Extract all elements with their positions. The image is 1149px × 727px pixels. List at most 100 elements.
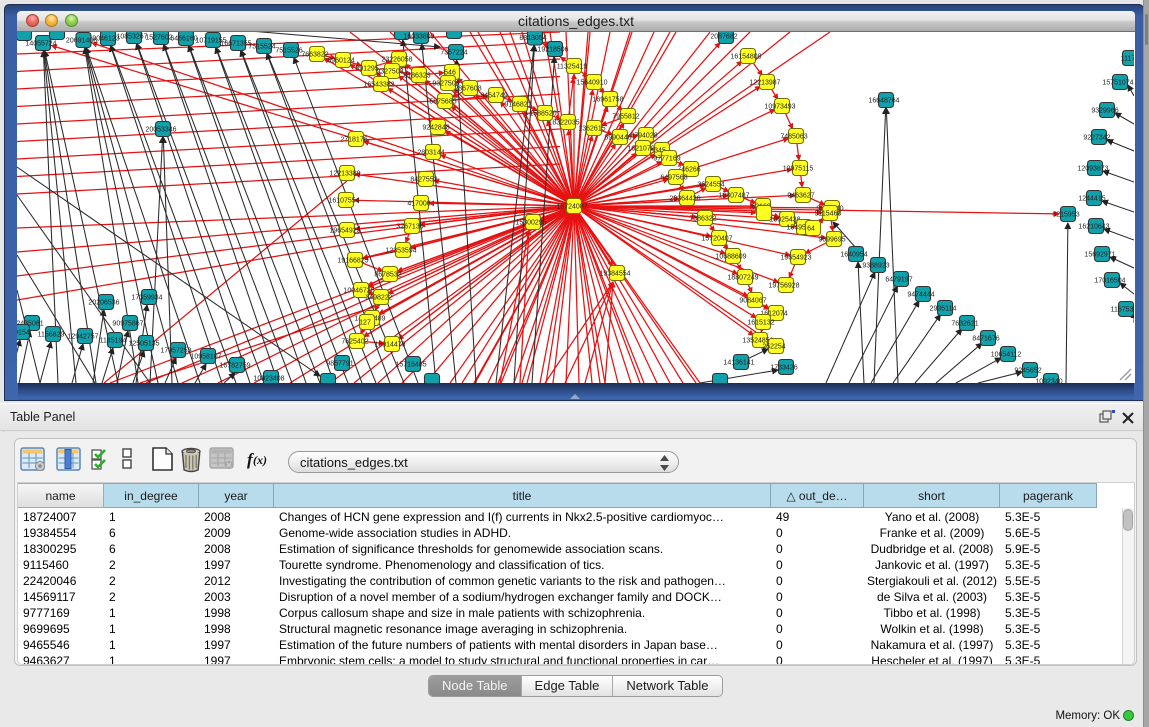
svg-text:16107554: 16107554 [328,198,359,205]
svg-text:2087682: 2087682 [710,34,737,41]
svg-text:9699695: 9699695 [818,237,845,244]
svg-text:7515526: 7515526 [275,48,302,55]
svg-text:9857791: 9857791 [326,361,353,368]
svg-text:19756928: 19756928 [768,283,799,290]
svg-text:1640954: 1640954 [840,252,867,259]
svg-text:8215953: 8215953 [1052,212,1079,219]
svg-text:9227342: 9227342 [1083,135,1110,142]
svg-text:16210643: 16210643 [1078,224,1109,231]
svg-text:19384554: 19384554 [599,271,630,278]
svg-text:17359934: 17359934 [131,295,162,302]
svg-text:11325419: 11325419 [557,64,588,71]
svg-text:17957253: 17957253 [160,348,191,355]
svg-text:1145194: 1145194 [100,338,127,345]
svg-text:7663822: 7663822 [301,52,328,59]
svg-text:2803144: 2803144 [417,150,444,157]
svg-text:15640910: 15640910 [576,80,607,87]
svg-text:8454749: 8454749 [480,93,507,100]
svg-text:417006: 417006 [407,201,430,208]
svg-text:127: 127 [359,320,371,327]
svg-text:12213987: 12213987 [749,80,780,87]
svg-text:1092340: 1092340 [1035,379,1062,384]
svg-text:9327503: 9327503 [376,69,403,76]
svg-text:12505135: 12505135 [128,341,159,348]
svg-text:15720407: 15720407 [701,236,732,243]
svg-text:10807487: 10807487 [718,193,749,200]
svg-text:1244415: 1244415 [1078,196,1105,203]
svg-text:9146821: 9146821 [504,102,531,109]
svg-text:9242848: 9242848 [422,125,449,132]
svg-text:5875685: 5875685 [429,99,456,106]
svg-text:9084067: 9084067 [739,298,766,305]
svg-text:64: 64 [807,226,815,233]
svg-text:6466160: 6466160 [170,36,197,43]
svg-text:7955812: 7955812 [612,114,639,121]
svg-text:90975867: 90975867 [112,321,143,328]
svg-text:8678532: 8678532 [374,272,401,279]
svg-text:252254: 252254 [762,344,785,351]
svg-text:(x): (x) [253,453,267,467]
svg-text:6794028: 6794028 [630,133,657,140]
svg-text:6497568: 6497568 [660,175,687,182]
svg-text:10654112: 10654112 [991,352,1022,359]
svg-text:3498222: 3498222 [365,295,392,302]
svg-text:7625402: 7625402 [341,339,368,346]
svg-text:8322035: 8322035 [552,120,579,127]
svg-text:9245652: 9245652 [1014,368,1041,375]
svg-text:2935114: 2935114 [930,306,957,313]
svg-text:19166825: 19166825 [337,258,368,265]
svg-text:16154808: 16154808 [730,54,761,61]
svg-text:9777169: 9777169 [653,156,680,163]
svg-text:12975115: 12975115 [783,166,814,173]
svg-text:1588520: 1588520 [529,111,556,118]
svg-text:1621072: 1621072 [627,146,654,153]
svg-text:8813054: 8813054 [519,35,546,42]
svg-text:15692971: 15692971 [1084,252,1115,259]
svg-text:19654923: 19654923 [780,255,811,262]
svg-text:16914479: 16914479 [374,342,405,349]
svg-text:23226058: 23226058 [381,57,412,64]
svg-text:9474444: 9474444 [907,292,934,299]
svg-text:20364436: 20364436 [669,196,700,203]
svg-text:9115460: 9115460 [815,211,842,218]
svg-text:17016504: 17016504 [1094,278,1125,285]
svg-text:7485063: 7485063 [780,134,807,141]
svg-text:12942757: 12942757 [67,334,98,341]
svg-text:16671355: 16671355 [220,41,251,48]
svg-text:9388923: 9388923 [862,263,889,270]
svg-text:8990448: 8990448 [604,135,631,142]
svg-text:7515524: 7515524 [248,44,275,51]
svg-text:1167533: 1167533 [1111,307,1134,314]
svg-text:2718176: 2718176 [340,137,367,144]
svg-text:7357224: 7357224 [440,50,467,57]
svg-text:8960124: 8960124 [327,58,354,65]
svg-text:15716485: 15716485 [395,362,426,369]
svg-text:16543382: 16543382 [363,82,394,89]
svg-text:19654925: 19654925 [329,228,360,235]
svg-text:7386322: 7386322 [689,216,716,223]
svg-text:10688609: 10688609 [715,254,746,261]
svg-text:15751074: 15751074 [1102,80,1133,87]
svg-text:1117: 1117 [1121,56,1134,63]
svg-text:1733426: 1733426 [770,365,797,372]
svg-text:10046726: 10046726 [343,288,374,295]
svg-text:2867608: 2867608 [454,86,481,93]
svg-text:7632621: 7632621 [951,321,978,328]
svg-text:9463627: 9463627 [787,193,814,200]
svg-text:8427552: 8427552 [410,177,437,184]
svg-text:15300295: 15300295 [515,220,546,227]
svg-text:891295: 891295 [355,66,378,73]
svg-text:10853267: 10853267 [116,34,147,41]
svg-text:19218506: 19218506 [537,47,568,54]
svg-text:12093873: 12093873 [1077,166,1108,173]
svg-text:8471676: 8471676 [972,336,999,343]
svg-text:6479197: 6479197 [885,277,912,284]
svg-text:9329966: 9329966 [1091,108,1118,115]
svg-text:1615132: 1615132 [747,320,774,327]
svg-text:16961758: 16961758 [592,97,623,104]
svg-text:14136141: 14136141 [723,360,754,367]
svg-text:1527602: 1527602 [145,35,172,42]
svg-text:16033809: 16033809 [403,34,434,41]
svg-text:20206536: 20206536 [88,300,119,307]
svg-text:12213389: 12213389 [329,171,360,178]
